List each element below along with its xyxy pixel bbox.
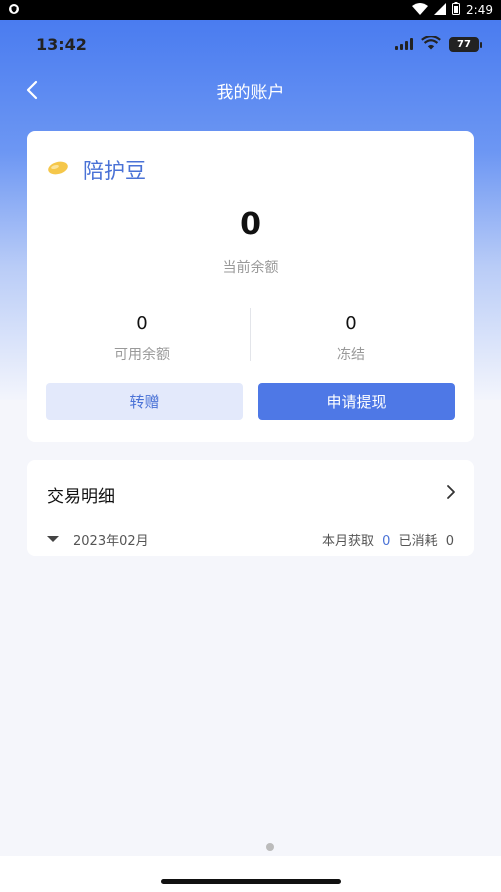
withdraw-button[interactable]: 申请提现 xyxy=(258,383,455,420)
card-header: 陪护豆 xyxy=(47,155,146,185)
balance-card: 陪护豆 0 当前余额 0 可用余额 0 冻结 转赠 申请提现 xyxy=(27,131,474,442)
navigation-bar: 我的账户 xyxy=(0,70,501,110)
consumed-value: 0 xyxy=(445,533,454,549)
android-status-bar: 2:49 xyxy=(0,0,501,20)
transactions-title: 交易明细 xyxy=(47,487,115,507)
gesture-area xyxy=(0,856,501,892)
frozen-balance-value: 0 xyxy=(345,313,357,334)
current-balance-value: 0 xyxy=(240,207,261,242)
chevron-left-icon xyxy=(26,80,38,100)
battery-icon xyxy=(452,2,461,18)
frozen-balance-label: 冻结 xyxy=(337,347,365,363)
currency-name: 陪护豆 xyxy=(83,159,146,183)
transactions-card: 交易明细 2023年02月 本月获取 0 已消耗 0 xyxy=(27,460,474,556)
wifi-icon xyxy=(412,2,429,18)
frozen-balance: 0 冻结 xyxy=(241,313,461,364)
shield-icon xyxy=(8,3,20,18)
ios-status-bar: 13:42 77 xyxy=(0,28,501,60)
month-stats: 本月获取 0 已消耗 0 xyxy=(318,530,454,549)
current-balance-label: 当前余额 xyxy=(222,260,279,276)
signal-icon xyxy=(434,2,447,18)
month-label: 2023年02月 xyxy=(73,533,149,549)
page-title: 我的账户 xyxy=(216,82,285,103)
status-time: 13:42 xyxy=(36,34,87,54)
month-summary-row: 2023年02月 本月获取 0 已消耗 0 xyxy=(47,530,454,549)
home-indicator[interactable] xyxy=(161,879,341,884)
consumed-label: 已消耗 xyxy=(398,533,438,549)
android-time: 2:49 xyxy=(466,3,493,17)
battery-indicator: 77 xyxy=(449,36,482,52)
page-indicator-dot xyxy=(266,843,274,851)
available-balance-label: 可用余额 xyxy=(114,347,170,363)
available-balance: 0 可用余额 xyxy=(32,313,252,364)
cellular-signal-icon xyxy=(395,38,413,50)
caret-down-icon xyxy=(47,536,59,542)
back-button[interactable] xyxy=(22,78,42,102)
available-balance-value: 0 xyxy=(136,313,148,334)
earned-label: 本月获取 xyxy=(321,533,374,549)
transfer-button[interactable]: 转赠 xyxy=(46,383,243,420)
month-selector[interactable]: 2023年02月 xyxy=(47,530,149,549)
wifi-icon xyxy=(421,34,441,54)
earned-value: 0 xyxy=(382,533,391,549)
bean-icon xyxy=(47,160,69,180)
chevron-right-icon xyxy=(447,485,455,499)
transactions-more-button[interactable] xyxy=(444,482,458,502)
